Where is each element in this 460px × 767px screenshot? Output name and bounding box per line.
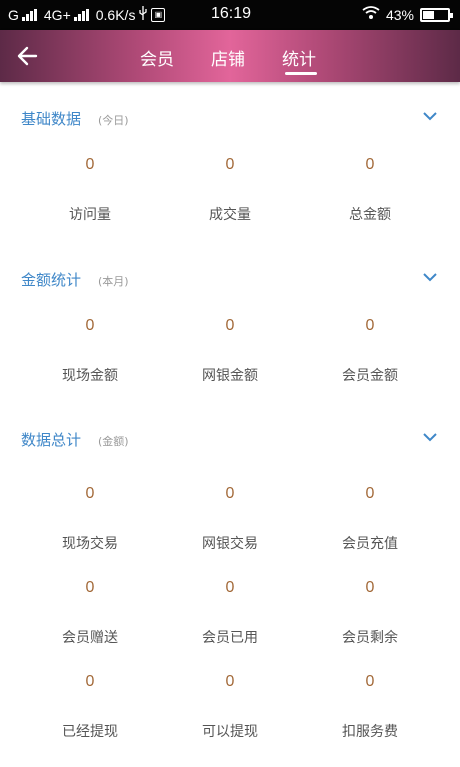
- battery-percent: 43%: [385, 6, 414, 23]
- network-type-1: G: [8, 6, 19, 23]
- stat-label: 会员充值: [342, 536, 398, 552]
- stat-label: 现场交易: [62, 536, 118, 552]
- battery-icon: [420, 7, 453, 22]
- stat-label: 扣服务费: [342, 724, 398, 740]
- stat-withdrawn: 0 已经提现: [20, 673, 160, 741]
- stat-value: 0: [225, 579, 235, 596]
- stat-deals: 0 成交量: [160, 156, 300, 224]
- tab-store[interactable]: 店铺: [211, 45, 245, 70]
- stat-member-used: 0 会员已用: [160, 579, 300, 647]
- clock: 16:19: [211, 5, 252, 22]
- tab-statistics[interactable]: 统计: [282, 45, 316, 70]
- stat-value: 0: [225, 156, 235, 173]
- section-subtitle: (今日): [98, 114, 129, 127]
- usb-icon: [138, 6, 148, 23]
- stat-online-bank-amount: 0 网银金额: [160, 317, 300, 385]
- statistics-content: 基础数据 (今日) 0 访问量 0 成交量 0 总金额 金额统计 (本月) 0 …: [0, 82, 460, 767]
- stat-value: 0: [225, 317, 235, 334]
- stat-label: 总金额: [349, 207, 391, 223]
- section-title: 基础数据: [21, 110, 82, 128]
- stat-value: 0: [365, 485, 375, 502]
- chevron-down-icon: [423, 273, 437, 282]
- active-tab-indicator: [285, 72, 317, 75]
- stat-label: 会员赠送: [62, 630, 118, 646]
- stat-value: 0: [365, 156, 375, 173]
- network-speed: 0.6K/s: [95, 6, 136, 23]
- stat-label: 已经提现: [62, 724, 118, 740]
- section-header-data-totals[interactable]: 数据总计 (金额): [0, 425, 460, 455]
- stat-value: 0: [365, 673, 375, 690]
- stat-member-gift: 0 会员赠送: [20, 579, 160, 647]
- stat-member-amount: 0 会员金额: [300, 317, 440, 385]
- network-type-2: 4G+: [43, 6, 71, 23]
- tab-bar: 会员 店铺 统计: [0, 30, 460, 82]
- signal-icon: [21, 8, 37, 21]
- stat-label: 访问量: [69, 207, 111, 223]
- section-header-basic-data[interactable]: 基础数据 (今日): [0, 104, 460, 134]
- status-left: G 4G+ 0.6K/s ▣: [8, 6, 166, 23]
- stat-withdrawable: 0 可以提现: [160, 673, 300, 741]
- stat-value: 0: [365, 317, 375, 334]
- stat-label: 网银金额: [202, 368, 258, 384]
- stat-value: 0: [85, 579, 95, 596]
- section-title: 数据总计: [21, 431, 82, 449]
- stat-label: 网银交易: [202, 536, 258, 552]
- stat-online-bank-trade: 0 网银交易: [160, 485, 300, 553]
- stat-value: 0: [85, 156, 95, 173]
- section-subtitle: (本月): [98, 275, 129, 288]
- stat-visits: 0 访问量: [20, 156, 160, 224]
- stat-member-remaining: 0 会员剩余: [300, 579, 440, 647]
- stat-value: 0: [85, 673, 95, 690]
- stat-onsite-amount: 0 现场金额: [20, 317, 160, 385]
- stat-value: 0: [85, 485, 95, 502]
- signal-icon-2: [73, 8, 89, 21]
- stat-label: 会员金额: [342, 368, 398, 384]
- stat-label: 可以提现: [202, 724, 258, 740]
- wifi-icon: [362, 6, 380, 23]
- stat-total-amount: 0 总金额: [300, 156, 440, 224]
- stat-label: 会员剩余: [342, 630, 398, 646]
- section-header-amount-stats[interactable]: 金额统计 (本月): [0, 265, 460, 295]
- stat-value: 0: [225, 673, 235, 690]
- stat-value: 0: [85, 317, 95, 334]
- stat-member-recharge: 0 会员充值: [300, 485, 440, 553]
- stat-value: 0: [225, 485, 235, 502]
- app-bar: 会员 店铺 统计: [0, 30, 460, 82]
- stat-label: 现场金额: [62, 368, 118, 384]
- chevron-down-icon: [423, 112, 437, 121]
- stat-value: 0: [365, 579, 375, 596]
- status-bar: G 4G+ 0.6K/s ▣ 16:19 43%: [0, 0, 460, 30]
- debug-icon: ▣: [151, 7, 166, 22]
- section-subtitle: (金额): [98, 435, 129, 448]
- status-right: 43%: [362, 6, 453, 23]
- chevron-down-icon: [423, 433, 437, 442]
- stat-label: 会员已用: [202, 630, 258, 646]
- section-title: 金额统计: [21, 271, 82, 289]
- stat-label: 成交量: [209, 207, 251, 223]
- stat-service-fee: 0 扣服务费: [300, 673, 440, 741]
- stat-onsite-trade: 0 现场交易: [20, 485, 160, 553]
- tab-members[interactable]: 会员: [140, 45, 174, 70]
